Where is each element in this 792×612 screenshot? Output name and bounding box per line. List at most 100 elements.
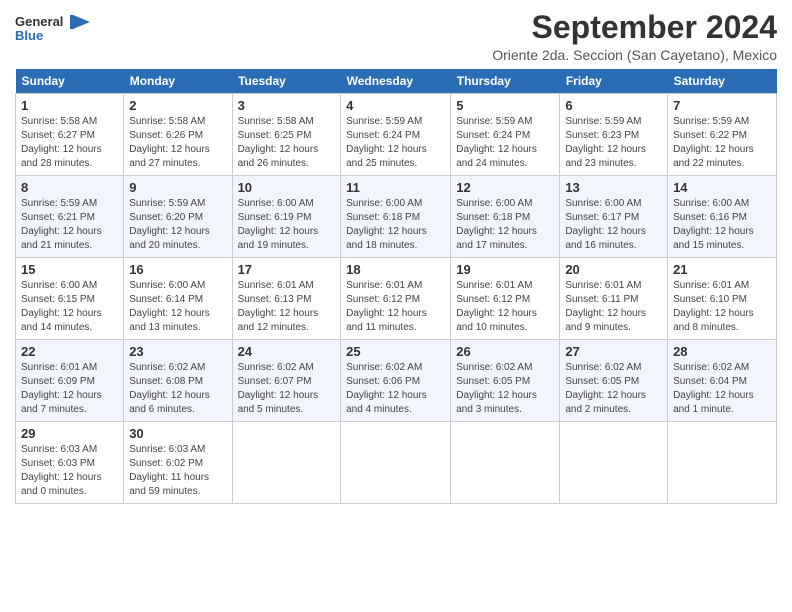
calendar-day-21: 21 Sunrise: 6:01 AM Sunset: 6:10 PM Dayli… bbox=[668, 258, 777, 340]
day-info: Sunrise: 6:03 AM Sunset: 6:02 PM Dayligh… bbox=[129, 443, 226, 499]
calendar-day-5: 5 Sunrise: 5:59 AM Sunset: 6:24 PM Daylig… bbox=[451, 94, 560, 176]
calendar-week-2: 8Sunrise: 5:59 AM Sunset: 6:21 PM Daylig… bbox=[16, 176, 777, 258]
calendar-week-1: 1 Sunrise: 5:58 AM Sunset: 6:27 PM Daylig… bbox=[16, 94, 777, 176]
day-info: Sunrise: 6:01 AM Sunset: 6:09 PM Dayligh… bbox=[21, 361, 118, 417]
calendar-empty-cell bbox=[560, 422, 668, 504]
day-info: Sunrise: 6:01 AM Sunset: 6:12 PM Dayligh… bbox=[456, 279, 554, 335]
day-number: 6 bbox=[565, 98, 662, 113]
day-number: 27 bbox=[565, 344, 662, 359]
calendar-day-27: 27 Sunrise: 6:02 AM Sunset: 6:05 PM Dayli… bbox=[560, 340, 668, 422]
day-info: Sunrise: 5:59 AM Sunset: 6:23 PM Dayligh… bbox=[565, 115, 662, 171]
day-info: Sunrise: 6:01 AM Sunset: 6:12 PM Dayligh… bbox=[346, 279, 445, 335]
day-info: Sunrise: 5:59 AM Sunset: 6:21 PM Dayligh… bbox=[21, 197, 118, 253]
day-number: 17 bbox=[238, 262, 336, 277]
calendar-day-8: 8Sunrise: 5:59 AM Sunset: 6:21 PM Daylig… bbox=[16, 176, 124, 258]
day-number: 30 bbox=[129, 426, 226, 441]
calendar-day-30: 30 Sunrise: 6:03 AM Sunset: 6:02 PM Dayli… bbox=[124, 422, 232, 504]
day-info: Sunrise: 6:02 AM Sunset: 6:05 PM Dayligh… bbox=[565, 361, 662, 417]
day-info: Sunrise: 6:02 AM Sunset: 6:07 PM Dayligh… bbox=[238, 361, 336, 417]
calendar-day-13: 13 Sunrise: 6:00 AM Sunset: 6:17 PM Dayli… bbox=[560, 176, 668, 258]
calendar-week-3: 15 Sunrise: 6:00 AM Sunset: 6:15 PM Dayli… bbox=[16, 258, 777, 340]
day-number: 21 bbox=[673, 262, 771, 277]
calendar-header-saturday: Saturday bbox=[668, 69, 777, 94]
day-number: 4 bbox=[346, 98, 445, 113]
day-info: Sunrise: 6:00 AM Sunset: 6:14 PM Dayligh… bbox=[129, 279, 226, 335]
day-info: Sunrise: 6:02 AM Sunset: 6:05 PM Dayligh… bbox=[456, 361, 554, 417]
day-info: Sunrise: 6:00 AM Sunset: 6:19 PM Dayligh… bbox=[238, 197, 336, 253]
day-number: 24 bbox=[238, 344, 336, 359]
calendar-empty-cell bbox=[341, 422, 451, 504]
day-number: 7 bbox=[673, 98, 771, 113]
month-title: September 2024 bbox=[95, 10, 777, 45]
calendar-day-25: 25 Sunrise: 6:02 AM Sunset: 6:06 PM Dayli… bbox=[341, 340, 451, 422]
day-info: Sunrise: 6:00 AM Sunset: 6:18 PM Dayligh… bbox=[456, 197, 554, 253]
day-info: Sunrise: 6:00 AM Sunset: 6:16 PM Dayligh… bbox=[673, 197, 771, 253]
day-info: Sunrise: 6:01 AM Sunset: 6:13 PM Dayligh… bbox=[238, 279, 336, 335]
calendar-day-28: 28Sunrise: 6:02 AM Sunset: 6:04 PM Dayli… bbox=[668, 340, 777, 422]
calendar-day-4: 4 Sunrise: 5:59 AM Sunset: 6:24 PM Daylig… bbox=[341, 94, 451, 176]
calendar-day-16: 16Sunrise: 6:00 AM Sunset: 6:14 PM Dayli… bbox=[124, 258, 232, 340]
day-info: Sunrise: 6:00 AM Sunset: 6:15 PM Dayligh… bbox=[21, 279, 118, 335]
calendar-empty-cell bbox=[451, 422, 560, 504]
day-number: 11 bbox=[346, 180, 445, 195]
calendar-day-11: 11Sunrise: 6:00 AM Sunset: 6:18 PM Dayli… bbox=[341, 176, 451, 258]
calendar-header-tuesday: Tuesday bbox=[232, 69, 341, 94]
day-info: Sunrise: 5:58 AM Sunset: 6:26 PM Dayligh… bbox=[129, 115, 226, 171]
calendar-week-4: 22Sunrise: 6:01 AM Sunset: 6:09 PM Dayli… bbox=[16, 340, 777, 422]
logo: General Blue bbox=[15, 10, 95, 55]
calendar-header-wednesday: Wednesday bbox=[341, 69, 451, 94]
day-number: 26 bbox=[456, 344, 554, 359]
day-number: 9 bbox=[129, 180, 226, 195]
calendar-header-thursday: Thursday bbox=[451, 69, 560, 94]
calendar-day-1: 1 Sunrise: 5:58 AM Sunset: 6:27 PM Daylig… bbox=[16, 94, 124, 176]
calendar-day-29: 29 Sunrise: 6:03 AM Sunset: 6:03 PM Dayli… bbox=[16, 422, 124, 504]
day-number: 18 bbox=[346, 262, 445, 277]
calendar-header-friday: Friday bbox=[560, 69, 668, 94]
day-info: Sunrise: 5:59 AM Sunset: 6:24 PM Dayligh… bbox=[456, 115, 554, 171]
day-info: Sunrise: 5:59 AM Sunset: 6:22 PM Dayligh… bbox=[673, 115, 771, 171]
day-number: 20 bbox=[565, 262, 662, 277]
calendar-day-17: 17 Sunrise: 6:01 AM Sunset: 6:13 PM Dayli… bbox=[232, 258, 341, 340]
calendar-empty-cell bbox=[232, 422, 341, 504]
day-number: 10 bbox=[238, 180, 336, 195]
day-number: 14 bbox=[673, 180, 771, 195]
day-number: 25 bbox=[346, 344, 445, 359]
calendar-day-19: 19 Sunrise: 6:01 AM Sunset: 6:12 PM Dayli… bbox=[451, 258, 560, 340]
day-info: Sunrise: 6:02 AM Sunset: 6:06 PM Dayligh… bbox=[346, 361, 445, 417]
day-info: Sunrise: 5:59 AM Sunset: 6:20 PM Dayligh… bbox=[129, 197, 226, 253]
day-info: Sunrise: 6:03 AM Sunset: 6:03 PM Dayligh… bbox=[21, 443, 118, 499]
day-number: 1 bbox=[21, 98, 118, 113]
calendar-week-5: 29 Sunrise: 6:03 AM Sunset: 6:03 PM Dayli… bbox=[16, 422, 777, 504]
day-number: 29 bbox=[21, 426, 118, 441]
calendar-day-15: 15 Sunrise: 6:00 AM Sunset: 6:15 PM Dayli… bbox=[16, 258, 124, 340]
calendar: SundayMondayTuesdayWednesdayThursdayFrid… bbox=[15, 69, 777, 504]
day-info: Sunrise: 6:01 AM Sunset: 6:10 PM Dayligh… bbox=[673, 279, 771, 335]
svg-text:General: General bbox=[15, 14, 63, 29]
day-info: Sunrise: 5:59 AM Sunset: 6:24 PM Dayligh… bbox=[346, 115, 445, 171]
day-number: 13 bbox=[565, 180, 662, 195]
header: General Blue September 2024 Oriente 2da.… bbox=[15, 10, 777, 63]
day-number: 15 bbox=[21, 262, 118, 277]
calendar-day-26: 26 Sunrise: 6:02 AM Sunset: 6:05 PM Dayli… bbox=[451, 340, 560, 422]
day-number: 5 bbox=[456, 98, 554, 113]
day-info: Sunrise: 6:02 AM Sunset: 6:08 PM Dayligh… bbox=[129, 361, 226, 417]
calendar-day-14: 14 Sunrise: 6:00 AM Sunset: 6:16 PM Dayli… bbox=[668, 176, 777, 258]
calendar-day-20: 20 Sunrise: 6:01 AM Sunset: 6:11 PM Dayli… bbox=[560, 258, 668, 340]
calendar-day-22: 22Sunrise: 6:01 AM Sunset: 6:09 PM Dayli… bbox=[16, 340, 124, 422]
day-number: 19 bbox=[456, 262, 554, 277]
svg-text:Blue: Blue bbox=[15, 28, 43, 43]
title-area: September 2024 Oriente 2da. Seccion (San… bbox=[95, 10, 777, 63]
day-info: Sunrise: 5:58 AM Sunset: 6:27 PM Dayligh… bbox=[21, 115, 118, 171]
day-number: 12 bbox=[456, 180, 554, 195]
calendar-header-sunday: Sunday bbox=[16, 69, 124, 94]
day-number: 2 bbox=[129, 98, 226, 113]
day-info: Sunrise: 6:01 AM Sunset: 6:11 PM Dayligh… bbox=[565, 279, 662, 335]
calendar-day-9: 9 Sunrise: 5:59 AM Sunset: 6:20 PM Daylig… bbox=[124, 176, 232, 258]
calendar-day-7: 7 Sunrise: 5:59 AM Sunset: 6:22 PM Daylig… bbox=[668, 94, 777, 176]
day-info: Sunrise: 6:00 AM Sunset: 6:17 PM Dayligh… bbox=[565, 197, 662, 253]
calendar-header-monday: Monday bbox=[124, 69, 232, 94]
calendar-header-row: SundayMondayTuesdayWednesdayThursdayFrid… bbox=[16, 69, 777, 94]
calendar-day-6: 6 Sunrise: 5:59 AM Sunset: 6:23 PM Daylig… bbox=[560, 94, 668, 176]
day-info: Sunrise: 5:58 AM Sunset: 6:25 PM Dayligh… bbox=[238, 115, 336, 171]
calendar-empty-cell bbox=[668, 422, 777, 504]
